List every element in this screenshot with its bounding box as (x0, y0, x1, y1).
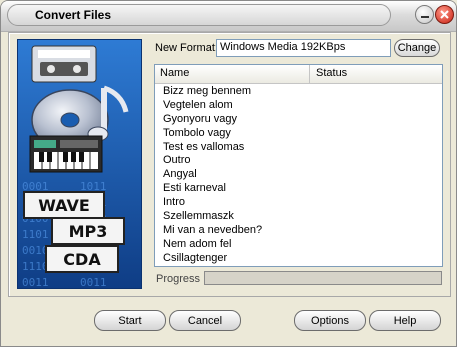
window-title: Convert Files (35, 8, 112, 22)
format-artwork: 00011011 10110101 01001110 11010011 0010… (17, 39, 142, 289)
cassette-icon (31, 45, 97, 83)
list-item[interactable]: Mi van a nevedben? (155, 224, 442, 238)
svg-text:1101: 1101 (22, 228, 49, 241)
list-item[interactable]: Vegtelen alom (155, 99, 442, 113)
list-item[interactable]: Intro (155, 196, 442, 210)
column-header-name[interactable]: Name (155, 65, 310, 83)
column-header-status[interactable]: Status (311, 65, 442, 83)
help-button[interactable]: Help (369, 310, 441, 331)
progress-bar (204, 271, 442, 285)
options-button[interactable]: Options (294, 310, 366, 331)
svg-text:WAVE: WAVE (38, 196, 90, 215)
new-format-label: New Format: (155, 42, 218, 54)
svg-text:MP3: MP3 (69, 222, 108, 241)
list-item[interactable]: Esti karneval (155, 182, 442, 196)
list-item[interactable]: Gyonyoru vagy (155, 113, 442, 127)
close-icon (440, 10, 449, 19)
change-format-button[interactable]: Change (394, 39, 440, 57)
list-item[interactable]: Tombolo vagy (155, 127, 442, 141)
title-bar[interactable]: Convert Files (1, 1, 456, 32)
artwork-svg: 00011011 10110101 01001110 11010011 0010… (18, 40, 141, 288)
format-field[interactable]: Windows Media 192KBps (216, 39, 391, 57)
convert-files-window: Convert Files 0001 1011 1101 0010 1110 0… (0, 0, 457, 347)
list-item[interactable]: Szellemmaszk (155, 210, 442, 224)
cancel-button[interactable]: Cancel (169, 310, 241, 331)
svg-text:1110: 1110 (22, 260, 49, 273)
svg-text:0011: 0011 (22, 276, 49, 288)
file-list[interactable]: Name Status Bizz meg bennem Vegtelen alo… (154, 64, 443, 267)
list-item[interactable]: Csillagtenger (155, 252, 442, 266)
format-tag-mp3: MP3 (51, 217, 125, 245)
svg-text:0011: 0011 (80, 276, 107, 288)
format-tag-cda: CDA (45, 245, 119, 273)
minimize-button[interactable] (415, 5, 434, 24)
minimize-icon (420, 16, 429, 18)
close-button[interactable] (435, 5, 454, 24)
file-rows: Bizz meg bennem Vegtelen alom Gyonyoru v… (155, 85, 442, 266)
svg-text:0010: 0010 (22, 244, 49, 257)
list-item[interactable]: Angyal (155, 168, 442, 182)
svg-text:CDA: CDA (63, 250, 101, 269)
start-button[interactable]: Start (94, 310, 166, 331)
format-tag-wave: WAVE (23, 191, 105, 219)
list-item[interactable]: Bizz meg bennem (155, 85, 442, 99)
progress-label: Progress (156, 273, 201, 285)
list-item[interactable]: Test es vallomas (155, 141, 442, 155)
list-item[interactable]: Nem adom fel (155, 238, 442, 252)
list-header: Name Status (155, 65, 442, 84)
keyboard-icon (29, 135, 103, 173)
list-item[interactable]: Outro (155, 154, 442, 168)
